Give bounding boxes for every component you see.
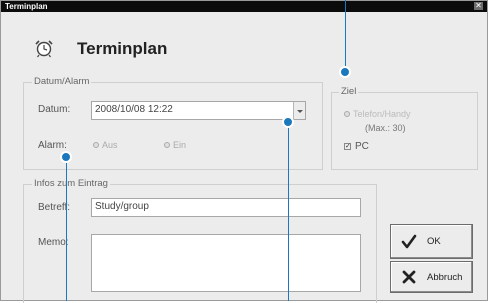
memo-textarea[interactable] [91,234,361,292]
target-legend: Ziel [339,86,359,97]
callout-line [345,0,346,68]
title-bar[interactable]: Terminplan ✕ [1,1,487,12]
callout-marker [60,151,72,163]
cancel-button[interactable]: Abbruch [390,261,473,293]
target-pc-checkbox[interactable]: ✓ PC [344,141,369,152]
cancel-label: Abbruch [427,271,463,283]
target-phone-label: Telefon/Handy [353,109,411,119]
target-phone-option: Telefon/Handy [344,109,411,119]
ok-label: OK [427,236,441,247]
alarm-clock-icon [35,40,53,58]
ok-button[interactable]: OK [390,224,473,259]
radio-icon [93,142,99,148]
alarm-on-radio[interactable]: Ein [164,140,186,150]
alarm-off-label: Aus [102,140,118,150]
checkbox-icon: ✓ [344,143,351,150]
target-phone-note: (Max.: 30) [365,123,406,133]
callout-line [66,160,67,301]
terminplan-window: Terminplan ✕ Terminplan Datum/Alarm Datu… [0,0,488,303]
alarm-off-radio[interactable]: Aus [93,140,118,150]
subject-field[interactable]: Study/group [91,198,361,217]
entry-legend: Infos zum Eintrag [32,178,110,189]
target-pc-label: PC [355,141,369,152]
checkmark-icon [401,234,417,248]
date-label: Datum: [38,104,71,115]
date-alarm-legend: Datum/Alarm [32,76,92,87]
close-icon[interactable]: ✕ [474,2,483,10]
callout-marker [339,66,351,78]
radio-icon [344,111,350,117]
alarm-on-label: Ein [173,140,187,150]
page-title: Terminplan [77,39,168,58]
cross-icon [402,270,416,284]
chevron-down-icon[interactable] [293,102,305,119]
alarm-label: Alarm: [38,140,67,151]
callout-marker [282,116,294,128]
window-title: Terminplan [5,2,48,11]
date-dropdown[interactable]: 2008/10/08 12:22 [91,101,306,120]
date-value: 2008/10/08 12:22 [95,104,173,115]
memo-label: Memo: [38,237,69,248]
callout-line [288,124,289,301]
radio-icon [164,142,170,148]
